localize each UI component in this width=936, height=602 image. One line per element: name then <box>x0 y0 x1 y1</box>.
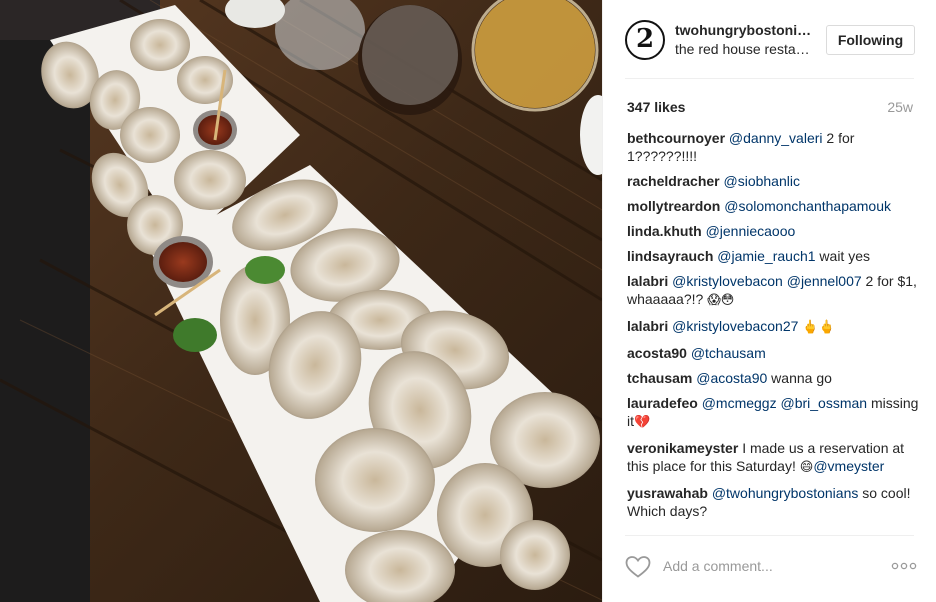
emoji: 🖕🖕 <box>802 320 835 335</box>
comment-item: lauradefeo @mcmeggz @bri_ossman missing … <box>627 394 923 432</box>
comment-username[interactable]: bethcournoyer <box>627 130 725 146</box>
emoji: 😄 <box>799 460 814 475</box>
emoji: 💔 <box>634 415 651 430</box>
comment-item: lalabri @kristylovebacon @jennel007 2 fo… <box>627 272 923 310</box>
comment-username[interactable]: racheldracher <box>627 173 720 189</box>
mention-link[interactable]: @mcmeggz <box>702 395 777 411</box>
comment-username[interactable]: lalabri <box>627 318 668 334</box>
divider <box>625 535 914 536</box>
mention-link[interactable]: @vmeyster <box>813 458 884 474</box>
comment-item: tchausam @acosta90 wanna go <box>627 369 923 387</box>
mention-link[interactable]: @siobhanlic <box>724 173 800 189</box>
post-age[interactable]: 25w <box>887 99 913 115</box>
mention-link[interactable]: @kristylovebacon <box>672 273 783 289</box>
comment-username[interactable]: veronikameyster <box>627 440 738 456</box>
mention-link[interactable]: @danny_valeri <box>729 130 823 146</box>
comment-username[interactable]: tchausam <box>627 370 692 386</box>
mention-link[interactable]: @kristylovebacon27 <box>672 318 798 334</box>
avatar-glyph: 2 <box>635 24 655 54</box>
comment-username[interactable]: acosta90 <box>627 345 687 361</box>
divider <box>625 78 914 79</box>
comment-item: lalabri @kristylovebacon27 🖕🖕 <box>627 317 923 337</box>
comment-bar <box>625 551 917 585</box>
comment-item: veronikameyster I made us a reservation … <box>627 439 923 477</box>
mention-link[interactable]: @jennel007 <box>787 273 862 289</box>
comment-item: bethcournoyer @danny_valeri 2 for 1?????… <box>627 129 923 165</box>
comment-username[interactable]: lalabri <box>627 273 668 289</box>
mention-link[interactable]: @twohungrybostonians <box>712 485 859 501</box>
mention-link[interactable]: @tchausam <box>691 345 766 361</box>
emoji: 😱😳 <box>707 293 735 308</box>
comment-username[interactable]: lindsayrauch <box>627 248 713 264</box>
comment-item: mollytreardon @solomonchanthapamouk <box>627 197 923 215</box>
post-photo[interactable] <box>0 0 602 602</box>
comment-username[interactable]: lauradefeo <box>627 395 698 411</box>
comment-item: yusrawahab @twohungrybostonians so cool!… <box>627 484 923 520</box>
comment-text: wanna go <box>767 370 832 386</box>
more-options-icon[interactable] <box>891 559 917 573</box>
comment-item: linda.khuth @jenniecaooo <box>627 222 923 240</box>
like-count[interactable]: 347 likes <box>627 99 685 115</box>
username-link[interactable]: twohungrybostonians <box>675 22 815 38</box>
oyster-platter-photo <box>0 0 602 602</box>
mention-link[interactable]: @acosta90 <box>696 370 767 386</box>
comment-username[interactable]: yusrawahab <box>627 485 708 501</box>
mention-link[interactable]: @jamie_rauch1 <box>717 248 815 264</box>
location-link[interactable]: the red house restaurant <box>675 41 815 57</box>
add-comment-input[interactable] <box>663 558 883 574</box>
comment-item: lindsayrauch @jamie_rauch1 wait yes <box>627 247 923 265</box>
post-header: 2 twohungrybostonians the red house rest… <box>603 0 936 78</box>
comment-text: wait yes <box>815 248 870 264</box>
following-button[interactable]: Following <box>826 25 915 55</box>
mention-link[interactable]: @jenniecaooo <box>706 223 796 239</box>
heart-icon[interactable] <box>625 555 651 579</box>
instagram-post-view: 2 twohungrybostonians the red house rest… <box>0 0 936 602</box>
comment-item: racheldracher @siobhanlic <box>627 172 923 190</box>
post-side-panel: 2 twohungrybostonians the red house rest… <box>602 0 936 602</box>
comment-list: bethcournoyer @danny_valeri 2 for 1?????… <box>627 129 923 527</box>
comment-username[interactable]: mollytreardon <box>627 198 720 214</box>
mention-link[interactable]: @solomonchanthapamouk <box>724 198 891 214</box>
comment-item: acosta90 @tchausam <box>627 344 923 362</box>
comment-username[interactable]: linda.khuth <box>627 223 702 239</box>
avatar[interactable]: 2 <box>625 20 665 60</box>
mention-link[interactable]: @bri_ossman <box>781 395 868 411</box>
